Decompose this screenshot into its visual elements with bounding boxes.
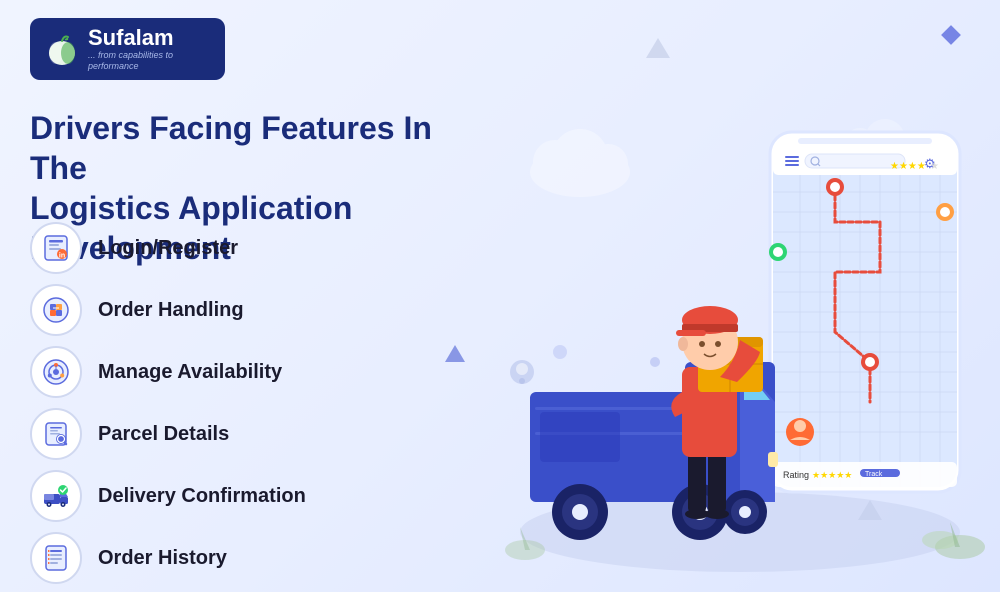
order-history-icon xyxy=(30,532,82,584)
feature-item-order-history: Order History xyxy=(30,532,450,584)
svg-text:★★★★: ★★★★ xyxy=(890,161,926,172)
logo-tagline: ... from capabilities to performance xyxy=(88,50,211,72)
svg-text:★: ★ xyxy=(930,161,939,172)
order-handling-icon xyxy=(30,284,82,336)
svg-text:Track: Track xyxy=(865,471,883,478)
logo: Sufalam ... from capabilities to perform… xyxy=(30,18,225,80)
feature-item-delivery-confirmation: Delivery Confirmation xyxy=(30,470,450,522)
feature-item-manage-availability: Manage Availability xyxy=(30,346,450,398)
illustration-area: ⚙ xyxy=(490,0,1000,592)
svg-text:in: in xyxy=(59,253,65,260)
svg-text:★★★★★: ★★★★★ xyxy=(812,470,852,480)
heading-line1: Drivers Facing Features In The xyxy=(30,110,432,186)
delivery-confirmation-icon xyxy=(30,470,82,522)
login-icon: in xyxy=(30,222,82,274)
logo-text-block: Sufalam ... from capabilities to perform… xyxy=(88,26,211,72)
feature-label-login: Login/Register xyxy=(98,237,238,260)
feature-label-order-handling: Order Handling xyxy=(98,299,244,322)
feature-label-delivery-confirmation: Delivery Confirmation xyxy=(98,485,306,508)
feature-item-login: in Login/Register xyxy=(30,222,450,274)
manage-availability-icon xyxy=(30,346,82,398)
feature-list: in Login/Register Order Handling xyxy=(30,222,450,584)
feature-item-order-handling: Order Handling xyxy=(30,284,450,336)
parcel-details-icon xyxy=(30,408,82,460)
logo-icon xyxy=(44,31,80,67)
feature-label-manage-availability: Manage Availability xyxy=(98,361,282,384)
feature-item-parcel-details: Parcel Details xyxy=(30,408,450,460)
feature-label-order-history: Order History xyxy=(98,547,227,570)
main-illustration: ⚙ xyxy=(500,72,1000,592)
logo-name: Sufalam xyxy=(88,26,211,50)
feature-label-parcel-details: Parcel Details xyxy=(98,423,229,446)
svg-text:Rating: Rating xyxy=(783,470,809,480)
